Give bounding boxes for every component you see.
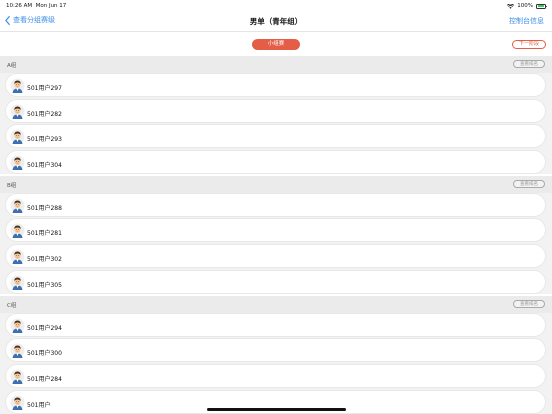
player-list: 501用户288 501用户281 501用户302 501用户305 [0,192,552,294]
group-name: A组 [7,63,17,69]
user-avatar-icon [10,249,25,265]
player-name: 501用户302 [27,256,62,264]
group-header: A组 查看排名 [0,56,552,73]
console-info-button[interactable]: 控制台信息 [509,16,544,26]
player-name: 501用户305 [27,281,62,289]
status-time: 10:26 AM Mon Jun 17 [6,3,67,9]
player-row[interactable]: 501用户288 [5,192,546,217]
status-right: 100% [507,3,547,9]
user-avatar-icon [10,369,25,384]
user-avatar-icon [10,129,25,145]
player-name: 501用户297 [27,85,62,92]
user-avatar-icon [10,395,25,410]
back-label: 查看分组赛级 [13,16,55,24]
page-title: 男单（青年组） [249,17,303,26]
player-row[interactable]: 501用户300 [5,338,546,363]
battery-percent: 100% [517,3,533,9]
player-row[interactable]: 501用户297 [5,73,546,97]
player-row[interactable]: 501用户305 [5,269,546,294]
wifi-icon [507,3,515,9]
group-list: A组 查看排名 501用户297 501用户282 501用户293 501用户3… [0,56,552,414]
group-stage-button[interactable]: 小组赛 [252,39,300,50]
player-row[interactable]: 501用户302 [5,244,546,269]
player-name: 501用户282 [27,110,62,118]
player-name: 501用户294 [27,324,62,332]
view-ranking-button[interactable]: 查看排名 [513,60,545,68]
group-header: C组 查看排名 [0,295,552,313]
user-avatar-icon [10,318,25,333]
player-row[interactable]: 501用户282 [5,98,546,123]
player-list: 501用户297 501用户282 501用户293 501用户304 [0,73,552,175]
player-list: 501用户294 501用户300 501用户284 501用户 [0,312,552,414]
user-avatar-icon [10,275,25,290]
group-name: C组 [7,302,17,309]
status-bar: 10:26 AM Mon Jun 17 100% [0,0,552,11]
next-stage-button[interactable]: 下一阶段 [512,40,546,49]
player-row[interactable]: 501用户304 [5,150,546,175]
stage-actions: 小组赛 下一阶段 [0,32,552,56]
navigation-bar: 查看分组赛级 男单（青年组） 控制台信息 [0,11,552,31]
user-avatar-icon [10,155,25,171]
user-avatar-icon [10,343,25,359]
player-name: 501用户281 [27,230,62,238]
group-name: B组 [7,182,17,189]
battery-icon [536,3,547,9]
view-ranking-button[interactable]: 查看排名 [513,299,545,308]
player-name: 501用户288 [27,204,62,212]
player-name: 501用户293 [27,136,62,144]
player-row[interactable]: 501用户293 [5,124,546,149]
user-avatar-icon [10,104,25,119]
user-avatar-icon [10,223,25,239]
player-name: 501用户300 [27,350,62,358]
group-header: B组 查看排名 [0,175,552,193]
player-name: 501用户284 [27,375,62,383]
user-avatar-icon [10,198,25,213]
player-name: 501用户 [27,401,51,409]
player-name: 501用户304 [27,162,62,170]
chevron-left-icon [5,15,10,25]
home-indicator[interactable] [207,408,346,411]
view-ranking-button[interactable]: 查看排名 [513,179,545,188]
user-avatar-icon [10,78,25,93]
player-row[interactable]: 501用户294 [5,312,546,337]
player-row[interactable]: 501用户281 [5,218,546,243]
player-row[interactable]: 501用户284 [5,363,546,388]
back-button[interactable]: 查看分组赛级 [5,15,55,25]
